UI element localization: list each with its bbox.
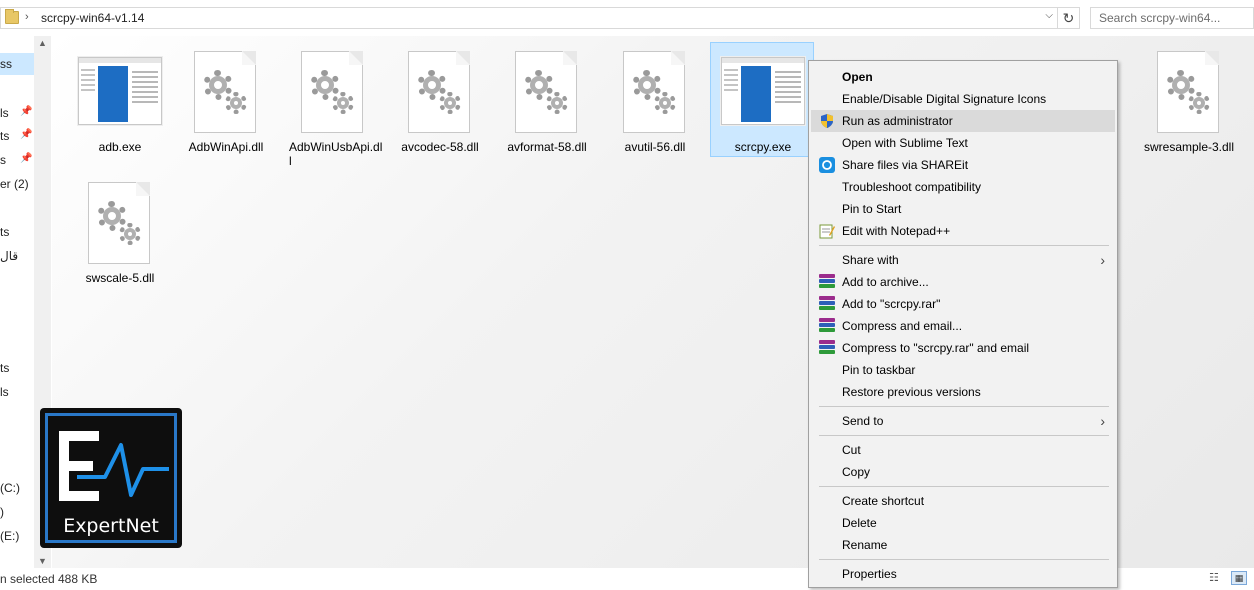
file-name: avcodec-58.dll: [401, 140, 479, 154]
chevron-down-icon[interactable]: ⌵: [1045, 10, 1053, 21]
menu-item-add-archive[interactable]: Add to archive...: [811, 271, 1115, 293]
dll-file-icon: [623, 51, 685, 133]
file-name: scrcpy.exe: [734, 140, 792, 154]
dll-file-icon: [194, 51, 256, 133]
menu-item-send-to[interactable]: Send to ›: [811, 410, 1115, 432]
menu-separator: [819, 559, 1109, 560]
menu-item-cut[interactable]: Cut: [811, 439, 1115, 461]
nav-item[interactable]: ts: [0, 361, 9, 375]
menu-item-pin-start[interactable]: Pin to Start: [811, 198, 1115, 220]
refresh-icon: ↻: [1062, 10, 1075, 26]
file-name: avutil-56.dll: [624, 140, 686, 154]
refresh-button[interactable]: ↻: [1058, 7, 1080, 29]
file-name: avformat-58.dll: [507, 140, 587, 154]
dll-file-icon: [301, 51, 363, 133]
file-name: AdbWinUsbApi.dll: [289, 140, 383, 168]
menu-item-pin-taskbar[interactable]: Pin to taskbar: [811, 359, 1115, 381]
menu-item-notepadpp[interactable]: Edit with Notepad++: [811, 220, 1115, 242]
menu-item-open-sublime[interactable]: Open with Sublime Text: [811, 132, 1115, 154]
menu-separator: [819, 245, 1109, 246]
pin-icon: 📌: [20, 129, 33, 140]
file-item-selected[interactable]: scrcpy.exe: [710, 42, 814, 157]
menu-item-copy[interactable]: Copy: [811, 461, 1115, 483]
exe-file-icon: [78, 57, 162, 125]
menu-separator: [819, 406, 1109, 407]
menu-item-delete[interactable]: Delete: [811, 512, 1115, 534]
nav-item[interactable]: ss: [0, 53, 34, 75]
menu-item-rename[interactable]: Rename: [811, 534, 1115, 556]
file-item[interactable]: swscale-5.dll: [68, 174, 172, 289]
menu-separator: [819, 486, 1109, 487]
chevron-right-icon[interactable]: ›: [25, 11, 29, 23]
nav-item[interactable]: ls 📌: [0, 106, 32, 120]
menu-item-run-as-admin[interactable]: Run as administrator: [811, 110, 1115, 132]
selection-size: 488 KB: [58, 572, 98, 586]
scroll-down-icon[interactable]: ▼: [34, 556, 51, 566]
exe-file-icon: [721, 57, 805, 125]
menu-item-add-rar[interactable]: Add to "scrcpy.rar": [811, 293, 1115, 315]
file-name: swscale-5.dll: [85, 271, 155, 285]
large-icons-view-icon[interactable]: ▦: [1231, 571, 1247, 585]
uac-shield-icon: [819, 113, 835, 129]
nav-item[interactable]: ts 📌: [0, 129, 32, 143]
menu-item-digital-signature[interactable]: Enable/Disable Digital Signature Icons: [811, 88, 1115, 110]
chevron-right-icon: ›: [1100, 252, 1105, 268]
file-item[interactable]: avformat-58.dll: [495, 43, 599, 158]
menu-item-create-shortcut[interactable]: Create shortcut: [811, 490, 1115, 512]
winrar-icon: [819, 340, 835, 356]
shareit-icon: [819, 157, 835, 173]
winrar-icon: [819, 296, 835, 312]
file-item[interactable]: avutil-56.dll: [603, 43, 707, 158]
file-name: AdbWinApi.dll: [188, 140, 264, 154]
scroll-up-icon[interactable]: ▲: [34, 38, 51, 48]
logo-text: ExpertNet: [63, 515, 159, 537]
context-menu: Open Enable/Disable Digital Signature Ic…: [808, 60, 1118, 588]
notepadpp-icon: [819, 223, 835, 239]
dll-file-icon: [515, 51, 577, 133]
chevron-right-icon: ›: [1100, 413, 1105, 429]
folder-icon: [5, 9, 19, 24]
dll-file-icon: [88, 182, 150, 264]
file-name: adb.exe: [98, 140, 142, 154]
expertnet-logo: ExpertNet: [40, 408, 182, 548]
address-bar: › scrcpy-win64-v1.14 ⌵ ↻ Search scrcpy-w…: [0, 0, 1254, 36]
file-item[interactable]: adb.exe: [68, 43, 172, 158]
address-path[interactable]: scrcpy-win64-v1.14: [41, 11, 144, 25]
menu-item-open[interactable]: Open: [811, 66, 1115, 88]
selection-count: n selected: [0, 572, 55, 586]
nav-item[interactable]: ls: [0, 385, 9, 399]
nav-item[interactable]: قال: [0, 249, 18, 263]
file-item[interactable]: AdbWinApi.dll: [174, 43, 278, 158]
nav-item[interactable]: (E:): [0, 529, 19, 543]
file-name: swresample-3.dll: [1143, 140, 1235, 154]
address-path-box[interactable]: › scrcpy-win64-v1.14 ⌵: [0, 7, 1058, 29]
file-item[interactable]: AdbWinUsbApi.dll: [281, 43, 385, 168]
menu-separator: [819, 435, 1109, 436]
menu-item-shareit[interactable]: Share files via SHAREit: [811, 154, 1115, 176]
nav-item[interactable]: er (2): [0, 177, 29, 191]
menu-item-properties[interactable]: Properties: [811, 563, 1115, 585]
menu-item-restore-versions[interactable]: Restore previous versions: [811, 381, 1115, 403]
nav-item[interactable]: (C:): [0, 481, 20, 495]
menu-item-compress-email[interactable]: Compress and email...: [811, 315, 1115, 337]
pin-icon: 📌: [20, 106, 33, 117]
winrar-icon: [819, 318, 835, 334]
nav-item[interactable]: s 📌: [0, 153, 32, 167]
file-item[interactable]: swresample-3.dll: [1137, 43, 1241, 158]
pin-icon: 📌: [20, 153, 33, 164]
nav-item[interactable]: ts: [0, 225, 9, 239]
dll-file-icon: [408, 51, 470, 133]
menu-item-troubleshoot[interactable]: Troubleshoot compatibility: [811, 176, 1115, 198]
file-item[interactable]: avcodec-58.dll: [388, 43, 492, 158]
dll-file-icon: [1157, 51, 1219, 133]
pulse-line-icon: [77, 443, 169, 497]
search-input[interactable]: Search scrcpy-win64...: [1090, 7, 1254, 29]
menu-item-share-with[interactable]: Share with ›: [811, 249, 1115, 271]
details-view-icon[interactable]: ☷: [1209, 571, 1225, 585]
winrar-icon: [819, 274, 835, 290]
menu-item-compress-rar-email[interactable]: Compress to "scrcpy.rar" and email: [811, 337, 1115, 359]
nav-item[interactable]: ): [0, 505, 4, 519]
